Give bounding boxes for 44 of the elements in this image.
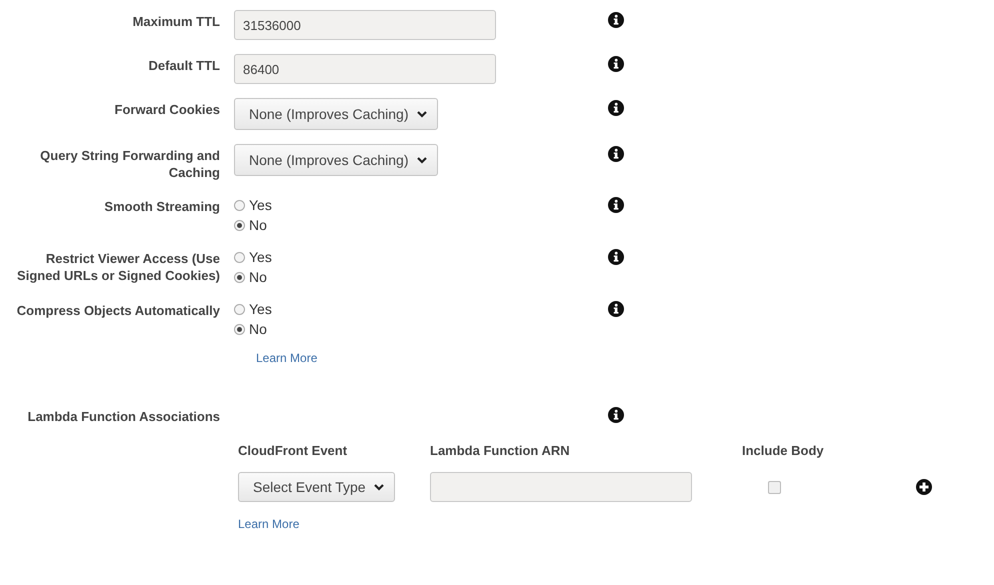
radio-option[interactable]: No (234, 269, 267, 285)
info-icon[interactable] (608, 301, 624, 317)
field-label: Compress Objects Automatically (16, 302, 220, 320)
caret-icon (374, 484, 384, 490)
add-icon[interactable] (916, 479, 932, 495)
column-header: Include Body (742, 443, 825, 458)
caret-icon (416, 156, 427, 164)
radio-button[interactable] (234, 252, 245, 262)
radio-option[interactable]: No (234, 321, 267, 337)
radio-button[interactable] (234, 272, 245, 282)
radio-option[interactable]: Yes (234, 249, 272, 265)
input-field[interactable]: 86400 (234, 54, 496, 84)
info-icon[interactable] (608, 146, 624, 162)
checkbox[interactable] (768, 480, 781, 494)
section-title: Lambda Function Associations (26, 408, 220, 425)
field-label: Forward Cookies (114, 101, 220, 119)
field-label: Query String Forwarding and Caching (39, 147, 220, 181)
input-field[interactable] (430, 472, 692, 502)
dropdown[interactable]: None (Improves Caching) (234, 98, 438, 130)
caret-icon (416, 110, 427, 118)
event-type-dropdown[interactable]: Select Event Type (238, 472, 395, 502)
field-label: Restrict Viewer Access (Use Signed URLs or Signed Cookies) (16, 250, 220, 285)
dropdown[interactable]: None (Improves Caching) (234, 144, 438, 176)
radio-option[interactable]: No (234, 217, 267, 233)
info-icon[interactable] (608, 100, 624, 116)
column-header: CloudFront Event (238, 443, 348, 458)
info-icon[interactable] (608, 407, 624, 423)
column-header: Lambda Function ARN (430, 443, 571, 458)
input-field[interactable]: 31536000 (234, 10, 496, 40)
field-label: Default TTL (148, 57, 220, 75)
field-label: Maximum TTL (132, 13, 220, 31)
info-icon[interactable] (608, 197, 624, 213)
learn-more-link[interactable]: Learn More (256, 351, 318, 365)
learn-more-link[interactable]: Learn More (238, 517, 300, 531)
radio-option[interactable]: Yes (234, 301, 272, 317)
radio-button[interactable] (234, 304, 245, 314)
radio-button[interactable] (234, 324, 245, 334)
radio-button[interactable] (234, 200, 245, 210)
field-label: Smooth Streaming (103, 198, 220, 216)
radio-option[interactable]: Yes (234, 197, 272, 213)
info-icon[interactable] (608, 249, 624, 265)
info-icon[interactable] (608, 12, 624, 28)
radio-button[interactable] (234, 220, 245, 230)
info-icon[interactable] (608, 56, 624, 72)
